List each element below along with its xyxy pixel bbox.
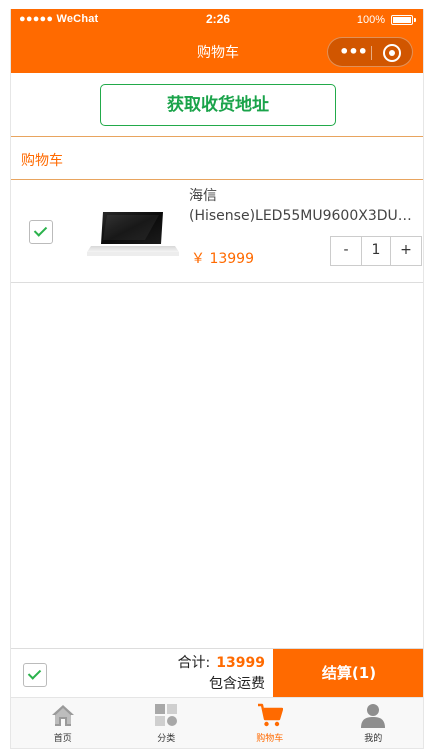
product-brand: 海信 [189, 188, 217, 204]
user-icon [361, 704, 386, 728]
divider [11, 136, 423, 137]
checkout-bar: 合计: 13999 包含运费 结算(1) [11, 648, 423, 698]
tab-label: 分类 [157, 734, 176, 744]
product-name: 海信 (Hisense)LED55MU9600X3DUC 55英寸 4K超高清量… [189, 186, 417, 226]
product-image[interactable] [83, 204, 179, 264]
tab-label: 购物车 [256, 734, 284, 744]
item-checkbox[interactable] [29, 220, 53, 244]
home-icon [51, 705, 74, 726]
phone-screen: ●●●●● WeChat 2:26 100% 购物车 ••• 获取收货地址 购物… [10, 9, 424, 749]
tab-mine[interactable]: 我的 [322, 698, 424, 748]
tab-category[interactable]: 分类 [115, 698, 219, 748]
quantity-value[interactable]: 1 [361, 237, 391, 265]
battery-icon [391, 15, 416, 25]
total-amount: 13999 [216, 655, 265, 671]
check-icon [33, 223, 48, 237]
product-price: ￥ 13999 [191, 251, 254, 267]
check-icon [27, 666, 42, 680]
status-bar: ●●●●● WeChat 2:26 100% [11, 9, 423, 31]
category-icon [155, 704, 178, 726]
cart-icon [257, 703, 283, 727]
cart-item: 海信 (Hisense)LED55MU9600X3DUC 55英寸 4K超高清量… [11, 180, 423, 283]
checkout-button[interactable]: 结算(1) [273, 649, 423, 698]
total-label: 合计: [177, 655, 211, 671]
tab-label: 我的 [364, 734, 383, 744]
capsule-close-icon[interactable] [383, 44, 401, 62]
battery-percent: 100% [356, 14, 385, 26]
decrement-button[interactable]: - [331, 237, 361, 265]
more-dots-icon[interactable]: ••• [338, 42, 368, 64]
capsule-divider [371, 46, 372, 60]
tab-home[interactable]: 首页 [11, 698, 115, 748]
get-address-button[interactable]: 获取收货地址 [100, 84, 336, 126]
total-line: 合计: 13999 [178, 652, 265, 672]
tab-cart[interactable]: 购物车 [218, 698, 322, 748]
select-all-checkbox[interactable] [23, 663, 47, 687]
increment-button[interactable]: + [391, 237, 421, 265]
quantity-stepper: - 1 + [330, 236, 422, 266]
product-model: (Hisense)LED55MU9600X3DUC 55英寸 4K超高清量子点电… [189, 208, 417, 224]
miniprogram-capsule: ••• [327, 37, 413, 67]
cart-section-title: 购物车 [21, 153, 63, 169]
tab-label: 首页 [53, 734, 72, 744]
app-header: ●●●●● WeChat 2:26 100% 购物车 ••• [11, 9, 423, 73]
shipping-note: 包含运费 [209, 676, 265, 692]
tab-bar: 首页 分类 购物车 我的 [11, 697, 424, 748]
